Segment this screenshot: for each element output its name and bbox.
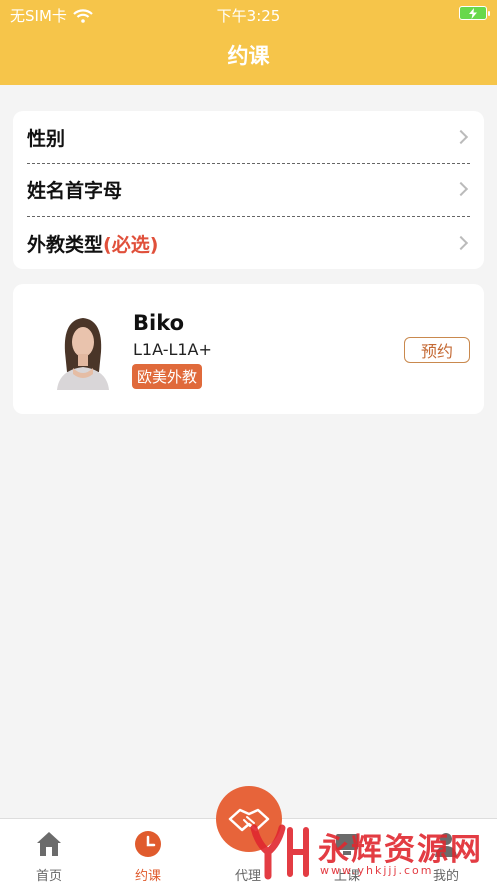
tab-booking[interactable]: 约课	[113, 819, 183, 883]
tab-home[interactable]: 首页	[14, 819, 84, 883]
chevron-right-icon	[453, 235, 469, 251]
header-bar: 无SIM卡 下午3:25 约课	[0, 0, 497, 85]
home-icon	[37, 832, 61, 856]
agent-center-button[interactable]	[216, 786, 282, 852]
chevron-right-icon	[453, 129, 469, 145]
filter-label: 外教类型(必选)	[27, 233, 159, 256]
teacher-level: L1A-L1A+	[133, 340, 212, 359]
teacher-avatar	[53, 312, 113, 390]
page-title: 约课	[227, 44, 270, 68]
battery-icon	[459, 6, 490, 20]
teacher-type-badge: 欧美外教	[132, 364, 203, 389]
filter-name-initial[interactable]: 姓名首字母	[27, 163, 470, 215]
teacher-name: Biko	[133, 311, 185, 335]
filter-label: 姓名首字母	[27, 179, 123, 202]
filter-label: 性别	[27, 127, 66, 150]
handshake-icon	[228, 808, 270, 832]
tab-class[interactable]: 上课	[312, 819, 382, 883]
required-note: (必选)	[103, 233, 159, 256]
clock-icon	[135, 831, 161, 857]
filter-card: 性别 姓名首字母 外教类型(必选)	[13, 111, 484, 269]
tab-label: 我的	[432, 869, 459, 883]
filter-gender[interactable]: 性别	[27, 111, 470, 163]
tab-label: 首页	[35, 869, 62, 883]
tab-label: 上课	[333, 869, 360, 883]
class-icon	[336, 834, 358, 855]
status-time: 下午3:25	[216, 7, 281, 25]
tab-label: 代理	[234, 869, 261, 883]
tab-label: 约课	[134, 869, 161, 883]
status-bar: 无SIM卡 下午3:25	[0, 0, 497, 30]
book-button[interactable]: 预约	[404, 337, 470, 363]
chevron-right-icon	[453, 181, 469, 197]
filter-teacher-type[interactable]: 外教类型(必选)	[27, 217, 470, 269]
teacher-card[interactable]: Biko L1A-L1A+ 欧美外教 预约	[13, 284, 484, 414]
tab-mine[interactable]: 我的	[411, 819, 481, 883]
user-icon	[435, 833, 457, 857]
